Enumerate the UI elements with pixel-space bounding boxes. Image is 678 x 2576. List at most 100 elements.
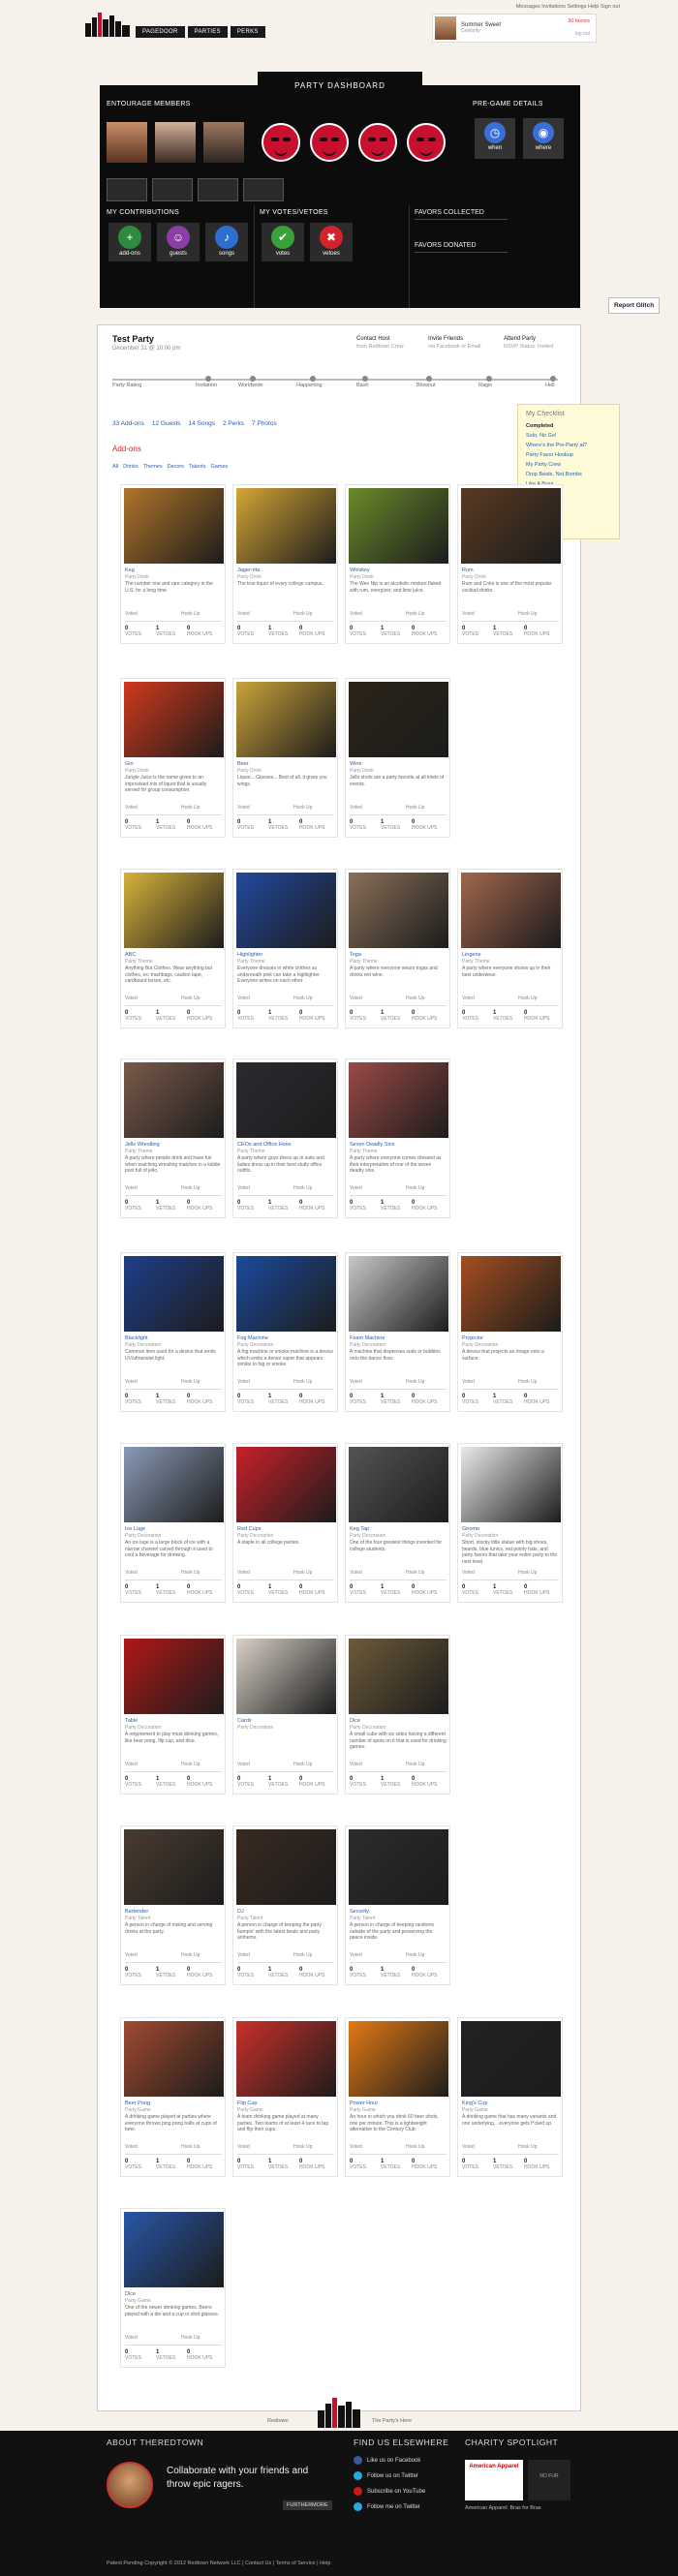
addon-photo[interactable] — [349, 1447, 448, 1522]
addon-photo[interactable] — [124, 1639, 224, 1714]
addon-photo[interactable] — [349, 488, 448, 564]
addon-name[interactable]: Keg — [125, 567, 135, 573]
addon-photo[interactable] — [124, 1447, 224, 1522]
voted-action[interactable]: Voted — [350, 1185, 362, 1191]
voted-action[interactable]: Voted — [462, 996, 475, 1001]
voted-action[interactable]: Voted — [125, 611, 138, 617]
addon-name[interactable]: Dice — [350, 1718, 360, 1724]
entourage-member[interactable] — [107, 122, 147, 163]
addon-card[interactable]: Security Party Talent A person in charge o… — [345, 1825, 450, 1985]
twitter-me-link[interactable]: Follow me on Twitter — [354, 2502, 420, 2511]
voted-action[interactable]: Voted — [125, 2144, 138, 2150]
empty-member-icon[interactable] — [310, 123, 349, 162]
addons-tile[interactable]: + add-ons — [108, 223, 151, 261]
addon-name[interactable]: Blacklight — [125, 1335, 148, 1341]
entourage-member[interactable] — [203, 122, 244, 163]
addon-photo[interactable] — [349, 2021, 448, 2097]
hookup-action[interactable]: Hook Up — [406, 1762, 424, 1767]
hookup-action[interactable]: Hook Up — [293, 1570, 312, 1576]
hookup-action[interactable]: Hook Up — [406, 1379, 424, 1385]
addon-name[interactable]: CEOs and Office Hoes — [237, 1142, 292, 1148]
filter-themes[interactable]: Themes — [143, 464, 163, 470]
addon-name[interactable]: Beer — [237, 761, 249, 767]
addon-name[interactable]: Toga — [350, 952, 361, 958]
addon-card[interactable]: ABC Party Theme Anything But Clothes. Wear… — [120, 869, 226, 1028]
addon-photo[interactable] — [236, 1829, 336, 1905]
addon-name[interactable]: Jager-rita — [237, 567, 260, 573]
addon-card[interactable]: Gin Party Drink Jungle Juice is the name g… — [120, 678, 226, 838]
addon-photo[interactable] — [124, 2021, 224, 2097]
voted-action[interactable]: Voted — [462, 611, 475, 617]
redtown-logo[interactable] — [85, 10, 130, 37]
addon-photo[interactable] — [236, 1062, 336, 1138]
hookup-action[interactable]: Hook Up — [406, 805, 424, 811]
addon-card[interactable]: Flip Cup Party Game A team drinking game p… — [232, 2017, 338, 2177]
addon-name[interactable]: Seven Deadly Sins — [350, 1142, 394, 1148]
addon-photo[interactable] — [236, 2021, 336, 2097]
member-thumb[interactable] — [198, 178, 238, 201]
voted-action[interactable]: Voted — [237, 1570, 250, 1576]
addon-card[interactable]: Lingerie Party Theme A party where everyon… — [457, 869, 563, 1028]
voted-action[interactable]: Voted — [350, 1952, 362, 1958]
addon-card[interactable]: Table Party Decoration A requirement to pl… — [120, 1635, 226, 1794]
voted-action[interactable]: Voted — [125, 2335, 138, 2341]
charity-caption[interactable]: American Apparel: Bras for Bras — [465, 2505, 541, 2511]
votes-tile[interactable]: ✔ votes — [262, 223, 304, 261]
addon-photo[interactable] — [236, 1639, 336, 1714]
voted-action[interactable]: Voted — [350, 1379, 362, 1385]
addon-name[interactable]: Wine — [350, 761, 362, 767]
hookup-action[interactable]: Hook Up — [406, 611, 424, 617]
hookup-action[interactable]: Hook Up — [293, 2144, 312, 2150]
addon-photo[interactable] — [349, 1639, 448, 1714]
addon-card[interactable]: Jello Wrestling Party Theme A party where … — [120, 1058, 226, 1218]
addon-name[interactable]: Dice — [125, 2291, 136, 2297]
furthermore-button[interactable]: FURTHERMORE — [283, 2500, 332, 2510]
nav-pagedoor[interactable]: PAGEDOOR — [136, 26, 185, 38]
checklist-item[interactable]: My Party Crew — [526, 460, 611, 470]
addon-card[interactable]: Beer Pong Party Game A drinking game playe… — [120, 2017, 226, 2177]
voted-action[interactable]: Voted — [125, 1185, 138, 1191]
count-songs[interactable]: 14 Songs — [189, 420, 215, 427]
addon-name[interactable]: Bartender — [125, 1909, 148, 1915]
addon-card[interactable]: Highlighter Party Theme Everyone dresses i… — [232, 869, 338, 1028]
filter-games[interactable]: Games — [210, 464, 228, 470]
addon-photo[interactable] — [236, 1256, 336, 1332]
member-thumb[interactable] — [152, 178, 193, 201]
addon-name[interactable]: Gnome — [462, 1526, 479, 1532]
youtube-link[interactable]: Subscribe on YouTube — [354, 2487, 425, 2496]
voted-action[interactable]: Voted — [350, 2144, 362, 2150]
addon-name[interactable]: Jello Wrestling — [125, 1142, 160, 1148]
hookup-action[interactable]: Hook Up — [181, 996, 200, 1001]
addon-name[interactable]: Security — [350, 1909, 369, 1915]
filter-drinks[interactable]: Drinks — [123, 464, 139, 470]
footer-logo[interactable] — [310, 2395, 368, 2428]
checklist-item[interactable]: Where's the Pre-Party at? — [526, 441, 611, 450]
voted-action[interactable]: Voted — [350, 611, 362, 617]
addon-photo[interactable] — [349, 682, 448, 757]
addon-photo[interactable] — [461, 1256, 561, 1332]
addon-card[interactable]: Red Cups Party Decoration A staple in all … — [232, 1443, 338, 1603]
addon-photo[interactable] — [236, 873, 336, 948]
empty-member-icon[interactable] — [358, 123, 397, 162]
addon-card[interactable]: Bartender Party Talent A person in charge … — [120, 1825, 226, 1985]
checklist-item[interactable]: Drop Beats, Not Bombs — [526, 470, 611, 479]
vetoes-tile[interactable]: ✖ vetoes — [310, 223, 353, 261]
voted-action[interactable]: Voted — [237, 805, 250, 811]
addon-photo[interactable] — [461, 873, 561, 948]
addon-card[interactable]: Blacklight Party Decoration Common item us… — [120, 1252, 226, 1412]
addon-photo[interactable] — [124, 682, 224, 757]
count-photos[interactable]: 7 Photos — [252, 420, 277, 427]
voted-action[interactable]: Voted — [125, 1379, 138, 1385]
addon-name[interactable]: Projector — [462, 1335, 483, 1341]
addon-card[interactable]: Seven Deadly Sins Party Theme A party wher… — [345, 1058, 450, 1218]
addon-photo[interactable] — [349, 873, 448, 948]
checklist-item[interactable]: Party Favor Hookup — [526, 450, 611, 460]
addon-name[interactable]: Table — [125, 1718, 138, 1724]
voted-action[interactable]: Voted — [125, 1570, 138, 1576]
avatar[interactable] — [435, 16, 456, 40]
addon-card[interactable]: Keg Tap Party Decoration One of the four g… — [345, 1443, 450, 1603]
contact-host-link[interactable]: Contact Host from Redtown Crew — [356, 336, 404, 350]
voted-action[interactable]: Voted — [462, 1379, 475, 1385]
hookup-action[interactable]: Hook Up — [293, 805, 312, 811]
voted-action[interactable]: Voted — [350, 1762, 362, 1767]
